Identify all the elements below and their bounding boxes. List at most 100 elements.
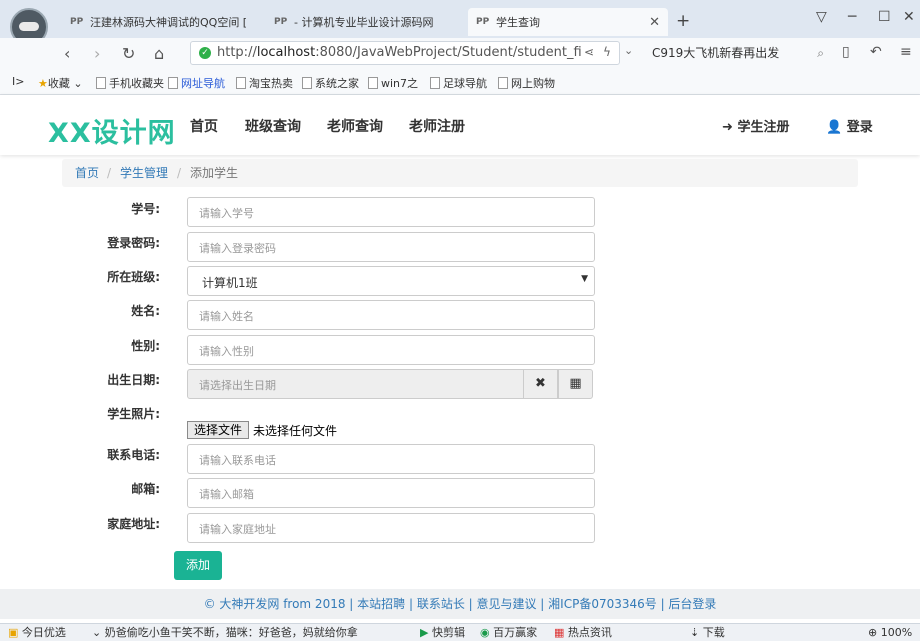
login-link[interactable]: 👤 登录 (826, 116, 873, 135)
forward-icon[interactable]: › (94, 44, 100, 63)
secure-icon: ✓ (199, 47, 211, 59)
sidebar-toggle-icon[interactable]: I> (12, 75, 24, 88)
photo-label: 学生照片: (107, 407, 160, 421)
browser-tab-1[interactable]: PP 汪建林源码大神调试的QQ空间 [ (62, 8, 262, 36)
page-icon (236, 77, 246, 89)
search-box[interactable]: C919大飞机新春再出发 ⌕ (652, 41, 830, 65)
bookmark-item[interactable]: 网址导航 (168, 75, 225, 91)
placeholder: 请输入姓名 (199, 310, 254, 323)
mobile-icon[interactable]: ▯ (842, 44, 850, 60)
birthday-label: 出生日期: (107, 373, 160, 387)
tab-title: 汪建林源码大神调试的QQ空间 [ (90, 16, 248, 29)
back-icon[interactable]: ‹ (64, 44, 70, 63)
today-picks[interactable]: ▣ 今日优选 (8, 624, 66, 641)
minimize-icon[interactable]: ─ (848, 9, 856, 25)
status-item[interactable]: ▦ 热点资讯 (554, 624, 612, 641)
zoom-level[interactable]: ⊕ 100% (868, 624, 912, 641)
gift-icon: ▣ (8, 626, 19, 639)
student-no-input[interactable]: 请输入学号 (187, 197, 595, 227)
tab-title: 学生查询 (496, 16, 540, 29)
class-select[interactable]: 计算机1班 ▼ (187, 266, 595, 296)
news-ticker[interactable]: ⌄ 奶爸偷吃小鱼干笑不断，猫咪：好爸爸，妈就给你拿 (92, 624, 358, 641)
page-icon (498, 77, 508, 89)
status-item[interactable]: ◉ 百万赢家 (480, 624, 537, 641)
browser-tab-3-active[interactable]: PP 学生查询 ✕ (468, 8, 668, 36)
placeholder: 请输入登录密码 (199, 242, 276, 255)
news-icon: ▦ (554, 626, 565, 639)
site-footer[interactable]: © 大神开发网 from 2018 | 本站招聘 | 联系站长 | 意见与建议 … (0, 589, 920, 619)
choose-file-button[interactable]: 选择文件 (187, 421, 249, 439)
birthday-input[interactable]: 请选择出生日期 (187, 369, 524, 399)
today-picks-label: 今日优选 (21, 626, 66, 639)
phone-label: 联系电话: (107, 448, 160, 462)
status-item[interactable]: ▶ 快剪辑 (420, 624, 465, 641)
skin-icon[interactable]: ▽ (816, 9, 827, 25)
breadcrumb-student-manage[interactable]: 学生管理 (120, 159, 168, 187)
placeholder: 请选择出生日期 (199, 379, 276, 392)
maximize-icon[interactable]: ☐ (878, 9, 891, 25)
zoom-icon: ⊕ (868, 626, 878, 639)
page-icon (96, 77, 106, 89)
undo-icon[interactable]: ↶ (870, 44, 882, 60)
bookmark-favorites[interactable]: ★收藏 ⌄ (38, 75, 83, 91)
add-button[interactable]: 添加 (174, 551, 222, 580)
breadcrumb-current: 添加学生 (190, 166, 239, 180)
reload-icon[interactable]: ↻ (122, 44, 135, 63)
placeholder: 请输入性别 (199, 345, 254, 358)
url-text: http://localhost:8080/JavaWebProject/Stu… (217, 45, 582, 60)
page-icon (168, 77, 178, 89)
nav-home[interactable]: 首页 (190, 116, 218, 136)
mask-icon (19, 22, 39, 31)
gender-label: 性别: (131, 339, 160, 353)
star-icon: ★ (38, 77, 48, 90)
status-item[interactable]: ⇣ 下载 (690, 624, 725, 641)
name-input[interactable]: 请输入姓名 (187, 300, 595, 330)
menu-icon[interactable]: ≡ (900, 44, 912, 60)
page-icon (430, 77, 440, 89)
status-item-label: 热点资讯 (567, 626, 612, 639)
bookmark-item[interactable]: 系统之家 (302, 75, 359, 91)
bookmark-item[interactable]: 足球导航 (430, 75, 487, 91)
site-logo[interactable]: XX设计网 (48, 111, 176, 150)
address-bar[interactable]: ✓ http://localhost:8080/JavaWebProject/S… (190, 41, 620, 65)
chevron-down-icon[interactable]: ⌄ (624, 44, 633, 57)
student-no-label: 学号: (131, 202, 160, 216)
bookmark-item[interactable]: 网上购物 (498, 75, 555, 91)
email-input[interactable]: 请输入邮箱 (187, 478, 595, 508)
tab-favicon-icon: PP (70, 17, 84, 27)
share-icon[interactable]: ⋖ (584, 45, 594, 59)
name-label: 姓名: (131, 304, 160, 318)
password-input[interactable]: 请输入登录密码 (187, 232, 595, 262)
breadcrumb-home[interactable]: 首页 (75, 159, 99, 187)
home-icon[interactable]: ⌂ (154, 44, 164, 63)
gender-input[interactable]: 请输入性别 (187, 335, 595, 365)
search-text: C919大飞机新春再出发 (652, 46, 780, 60)
bookmark-item[interactable]: win7之 (368, 75, 418, 91)
placeholder: 请输入家庭地址 (199, 523, 276, 536)
address-input[interactable]: 请输入家庭地址 (187, 513, 595, 543)
tab-close-icon[interactable]: ✕ (649, 15, 660, 30)
status-item-label: 下载 (702, 626, 725, 639)
clear-date-button[interactable]: ✖ (523, 369, 558, 399)
calendar-button[interactable]: ▦ (558, 369, 593, 399)
nav-teacher-query[interactable]: 老师查询 (327, 116, 383, 136)
nav-class-query[interactable]: 班级查询 (245, 116, 301, 136)
zoom-value: 100% (880, 626, 913, 639)
bolt-icon[interactable]: ϟ (603, 45, 611, 59)
bookmark-label: 淘宝热卖 (249, 77, 293, 90)
phone-input[interactable]: 请输入联系电话 (187, 444, 595, 474)
student-register-link[interactable]: ➜ 学生注册 (722, 116, 789, 135)
bookmark-item[interactable]: 淘宝热卖 (236, 75, 293, 91)
browser-tab-2[interactable]: PP - 计算机专业毕业设计源码网 (266, 8, 466, 36)
url-path: :8080/JavaWebProject/Student/student_fi (315, 45, 582, 60)
breadcrumb-separator: / (107, 166, 112, 180)
tab-favicon-icon: PP (476, 17, 490, 27)
sign-in-icon: ➜ (722, 120, 733, 135)
window-close-icon[interactable]: ✕ (903, 9, 915, 25)
bookmark-item[interactable]: 手机收藏夹 (96, 75, 164, 91)
nav-teacher-register[interactable]: 老师注册 (409, 116, 465, 136)
new-tab-button[interactable]: + (676, 11, 690, 31)
search-icon[interactable]: ⌕ (817, 41, 824, 65)
email-label: 邮箱: (131, 482, 160, 496)
calendar-icon: ▦ (569, 376, 582, 391)
